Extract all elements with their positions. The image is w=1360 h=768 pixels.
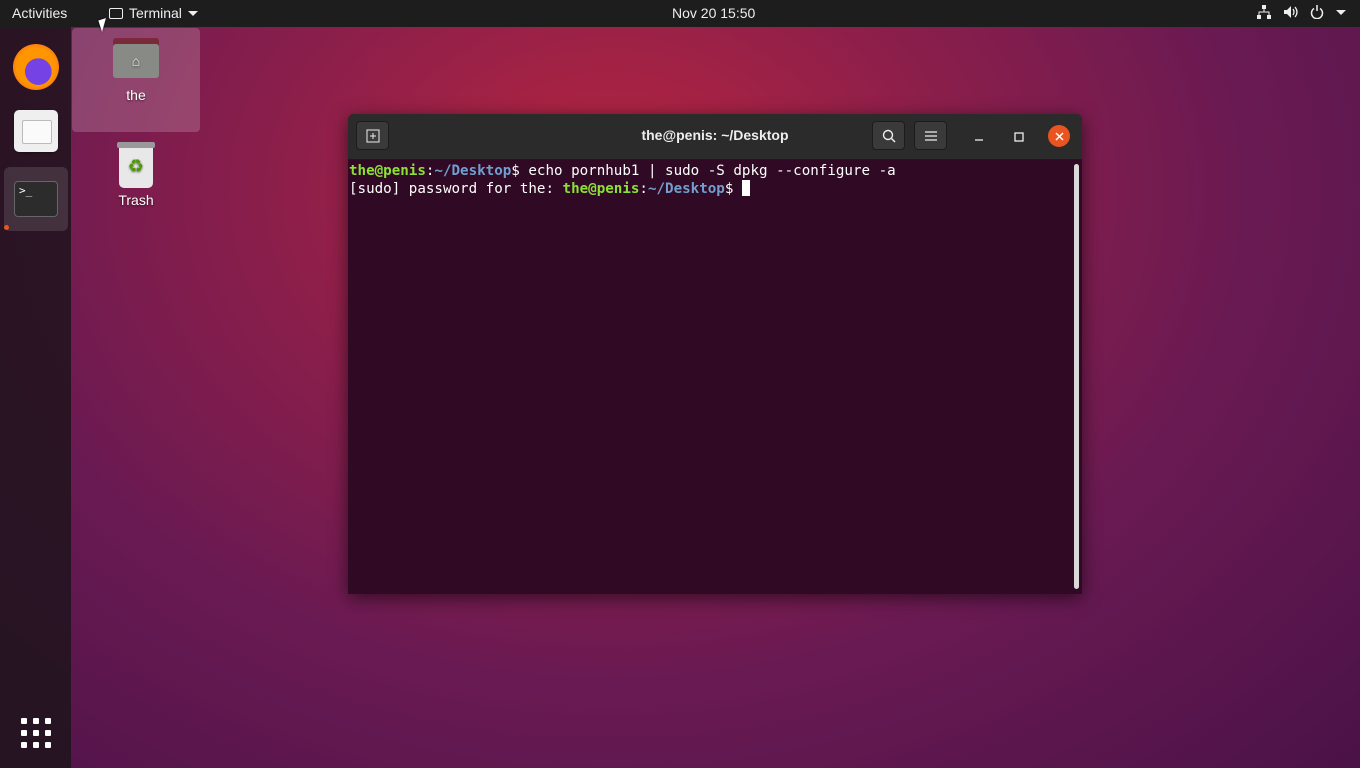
prompt-path: ~/Desktop <box>647 181 725 197</box>
dock-firefox[interactable] <box>4 35 68 99</box>
prompt-symbol: $ <box>511 163 520 179</box>
dock-terminal[interactable]: >_ <box>4 167 68 231</box>
dock: >_ <box>0 27 71 768</box>
trash-icon: ♻ <box>117 142 155 188</box>
prompt-user-host: the@penis <box>349 163 426 179</box>
terminal-output[interactable]: the@penis:~/Desktop$ echo pornhub1 | sud… <box>348 160 1072 594</box>
app-menu[interactable]: Terminal <box>109 5 198 21</box>
volume-icon <box>1284 6 1298 18</box>
desktop-icon-trash[interactable]: ♻ Trash <box>72 142 200 208</box>
dock-files[interactable] <box>4 99 68 163</box>
clock[interactable]: Nov 20 15:50 <box>672 5 755 21</box>
system-menu-chevron-icon <box>1336 9 1346 15</box>
prompt-symbol: $ <box>724 181 742 197</box>
chevron-down-icon <box>187 10 198 16</box>
hamburger-menu-button[interactable] <box>914 121 947 150</box>
desktop-icon-label: the <box>126 87 146 103</box>
maximize-icon <box>1014 132 1024 142</box>
search-icon <box>882 129 896 143</box>
files-icon <box>14 110 58 152</box>
sudo-prompt-text: [sudo] password for the: <box>349 181 563 197</box>
desktop-icon-home[interactable]: ⌂ the <box>72 28 200 132</box>
minimize-icon <box>975 139 983 141</box>
running-indicator <box>4 225 9 230</box>
app-grid-icon <box>21 718 51 748</box>
hamburger-menu-icon <box>924 130 937 141</box>
power-icon <box>1310 5 1324 19</box>
prompt-separator: : <box>639 181 648 197</box>
prompt-path: ~/Desktop <box>434 163 512 179</box>
terminal-icon <box>109 7 123 19</box>
activities-button[interactable]: Activities <box>12 5 67 21</box>
command-text: echo pornhub1 | sudo -S dpkg --configure… <box>519 163 896 179</box>
prompt-user-host: the@penis <box>562 181 640 197</box>
maximize-button[interactable] <box>1008 126 1030 148</box>
app-menu-label: Terminal <box>129 5 182 21</box>
close-button[interactable] <box>1048 125 1070 147</box>
terminal-icon: >_ <box>14 181 58 217</box>
terminal-window[interactable]: the@penis: ~/Desktop the@penis:~/Desktop… <box>348 114 1082 594</box>
window-titlebar[interactable]: the@penis: ~/Desktop <box>348 114 1082 160</box>
close-icon <box>1054 131 1064 141</box>
system-tray[interactable] <box>1257 5 1346 19</box>
text-cursor <box>741 180 750 196</box>
desktop-icon-label: Trash <box>118 192 154 208</box>
terminal-line: the@penis:~/Desktop$ echo pornhub1 | sud… <box>349 163 896 179</box>
network-icon <box>1257 5 1271 19</box>
terminal-line: [sudo] password for the: the@penis:~/Des… <box>349 180 750 197</box>
search-button[interactable] <box>872 121 905 150</box>
scrollbar[interactable] <box>1074 164 1079 589</box>
top-bar: Activities Terminal Nov 20 15:50 <box>0 0 1360 27</box>
minimize-button[interactable] <box>968 126 990 148</box>
home-folder-icon: ⌂ <box>113 38 159 78</box>
show-applications-button[interactable] <box>4 701 68 765</box>
firefox-icon <box>13 44 59 90</box>
